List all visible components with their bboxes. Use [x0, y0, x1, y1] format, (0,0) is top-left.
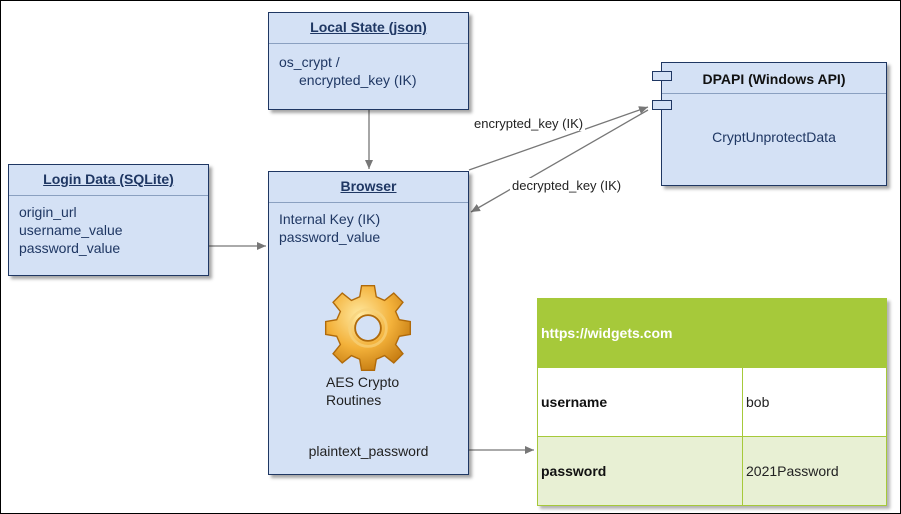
dpapi-divider: [662, 93, 886, 94]
edge-label-encrypted-key: encrypted_key (IK): [472, 116, 586, 131]
local-state-box: Local State (json) os_crypt / encrypted_…: [268, 12, 469, 110]
component-tab-bottom: [652, 100, 672, 110]
browser-password-value: password_value: [279, 229, 381, 245]
table-row: password 2021Password: [537, 436, 887, 506]
table-key-password: password: [537, 436, 743, 506]
table-header-empty-cell: [742, 298, 887, 368]
dpapi-title: DPAPI (Windows API): [702, 71, 846, 87]
login-data-title: Login Data (SQLite): [43, 171, 174, 187]
browser-divider: [269, 202, 468, 203]
login-data-body: origin_url username_value password_value: [19, 203, 123, 257]
edge-label-decrypted-key: decrypted_key (IK): [510, 178, 624, 193]
gear-icon: [324, 284, 412, 372]
aes-crypto-line2: Routines: [326, 392, 382, 408]
table-value-password: 2021Password: [742, 436, 887, 506]
login-data-field-password: password_value: [19, 240, 121, 256]
plaintext-password-label: plaintext_password: [308, 443, 429, 459]
table-value-username: bob: [742, 367, 887, 437]
table-header-row: https://widgets.com: [537, 298, 887, 368]
local-state-body: os_crypt / encrypted_key (IK): [279, 53, 417, 89]
browser-title: Browser: [340, 178, 397, 194]
credentials-table: https://widgets.com username bob passwor…: [537, 298, 887, 506]
table-key-username: username: [537, 367, 743, 437]
dpapi-function: CryptUnprotectData: [712, 129, 836, 145]
aes-crypto-line1: AES Crypto: [326, 374, 400, 390]
browser-internal-key: Internal Key (IK): [279, 211, 381, 227]
login-data-field-username: username_value: [19, 222, 123, 238]
local-state-line1: os_crypt /: [279, 54, 340, 70]
aes-crypto-label: AES Crypto Routines: [326, 373, 399, 409]
browser-body: Internal Key (IK) password_value: [279, 210, 380, 246]
table-url-cell: https://widgets.com: [537, 298, 743, 368]
login-data-divider: [9, 195, 208, 196]
login-data-field-origin-url: origin_url: [19, 204, 77, 220]
table-row: username bob: [537, 367, 887, 437]
login-data-box: Login Data (SQLite) origin_url username_…: [8, 164, 209, 276]
dpapi-box: DPAPI (Windows API) CryptUnprotectData: [652, 62, 887, 186]
local-state-line2: encrypted_key (IK): [299, 72, 417, 88]
local-state-divider: [269, 43, 468, 44]
local-state-title: Local State (json): [310, 19, 427, 35]
